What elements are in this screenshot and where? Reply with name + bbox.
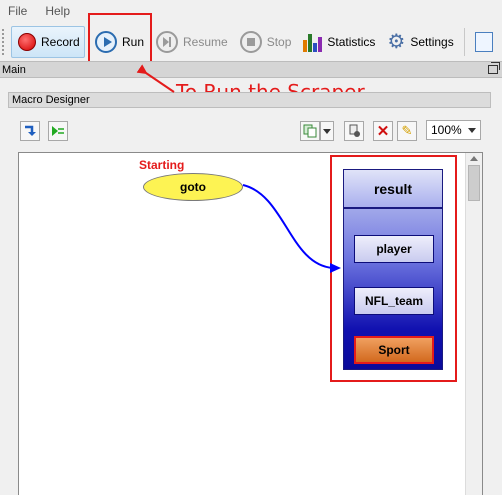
- add-node-button[interactable]: [300, 121, 320, 141]
- main-panel-header: Main: [0, 61, 502, 78]
- delete-button[interactable]: ✕: [373, 121, 393, 141]
- step-over-button[interactable]: [48, 121, 68, 141]
- stop-label: Stop: [266, 35, 292, 49]
- designer-toolbar: ✕ ✎ 100%: [0, 119, 502, 143]
- run-label: Run: [122, 35, 145, 49]
- statistics-button[interactable]: Statistics: [297, 26, 381, 58]
- restore-icon[interactable]: [488, 62, 500, 74]
- toolbar-grip[interactable]: [2, 29, 8, 55]
- result-node-title: result: [344, 170, 442, 209]
- menu-bar: File Help: [0, 0, 502, 22]
- export-button[interactable]: [344, 121, 364, 141]
- delete-icon: ✕: [376, 123, 390, 140]
- run-icon: [95, 31, 117, 53]
- resume-button[interactable]: Resume: [150, 26, 234, 58]
- scroll-thumb[interactable]: [468, 165, 480, 201]
- toolbar-separator: [463, 28, 465, 56]
- record-button[interactable]: Record: [11, 26, 85, 58]
- canvas-vertical-scrollbar[interactable]: [465, 153, 482, 495]
- macro-designer-header: Macro Designer: [8, 92, 491, 108]
- spreadsheet-icon[interactable]: [474, 32, 493, 52]
- record-label: Record: [41, 35, 80, 49]
- zoom-value: 100%: [431, 123, 462, 137]
- designer-canvas[interactable]: Starting goto result player NFL_team Spo…: [18, 152, 483, 495]
- resume-label: Resume: [183, 35, 228, 49]
- result-field-sport[interactable]: Sport: [354, 336, 434, 364]
- settings-label: Settings: [410, 35, 454, 49]
- scroll-up-icon[interactable]: [470, 156, 478, 161]
- menu-help[interactable]: Help: [45, 4, 70, 18]
- macro-designer-title: Macro Designer: [12, 94, 90, 106]
- clear-button[interactable]: ✎: [397, 121, 417, 141]
- panel-title: Main: [2, 63, 26, 76]
- result-field-player[interactable]: player: [354, 235, 434, 263]
- chevron-down-icon: [468, 127, 476, 133]
- step-into-button[interactable]: [20, 121, 40, 141]
- settings-icon: ⚙: [387, 31, 406, 53]
- statistics-label: Statistics: [327, 35, 376, 49]
- settings-button[interactable]: ⚙ Settings: [381, 26, 459, 58]
- main-toolbar: Record Run Resume Stop Statistics ⚙ Sett…: [0, 24, 502, 60]
- result-field-nfl-team[interactable]: NFL_team: [354, 287, 434, 315]
- chevron-down-icon: [323, 128, 331, 134]
- broom-icon: ✎: [401, 123, 413, 138]
- menu-file[interactable]: File: [8, 4, 27, 18]
- add-node-dropdown[interactable]: [320, 121, 334, 141]
- statistics-icon: [303, 32, 323, 52]
- record-icon: [18, 33, 36, 51]
- starting-label: Starting: [139, 158, 185, 172]
- resume-icon: [156, 31, 179, 53]
- zoom-select[interactable]: 100%: [426, 120, 481, 140]
- goto-node[interactable]: goto: [143, 173, 243, 201]
- run-button[interactable]: Run: [89, 26, 150, 58]
- stop-button[interactable]: Stop: [234, 26, 298, 58]
- result-node[interactable]: result player NFL_team Sport: [343, 169, 443, 370]
- stop-icon: [239, 31, 262, 53]
